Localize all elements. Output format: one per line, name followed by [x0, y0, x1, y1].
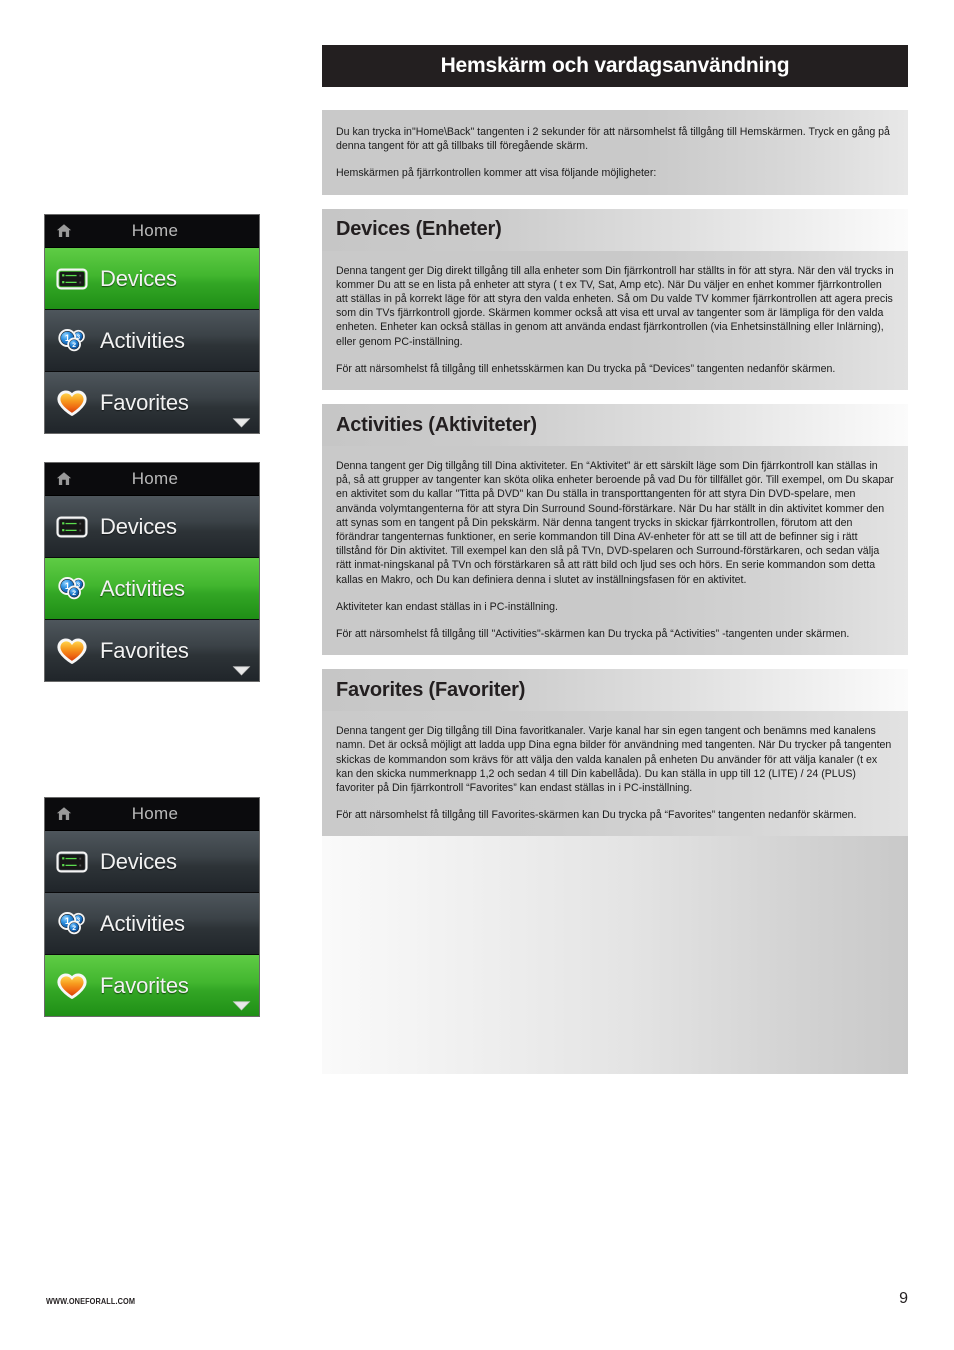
- intro-paragraph: Du kan trycka in"Home\Back" tangenten i …: [336, 126, 890, 153]
- remote-screen-3: Home Devices 3 1 2 Activities Favorites: [44, 797, 260, 1017]
- remote-row-favorites[interactable]: Favorites: [45, 620, 259, 681]
- devices-icon: [56, 851, 88, 872]
- remote-row-activities[interactable]: 3 1 2 Activities: [45, 893, 259, 955]
- section-heading-activities: Activities (Aktiviteter): [322, 404, 908, 447]
- scroll-down-arrow-icon[interactable]: [232, 1000, 251, 1011]
- content-column: Du kan trycka in"Home\Back" tangenten i …: [322, 110, 908, 1075]
- section-heading-devices: Devices (Enheter): [322, 208, 908, 251]
- remote-row-favorites[interactable]: Favorites: [45, 372, 259, 433]
- remote-row-label: Favorites: [100, 389, 189, 415]
- favorites-heart-icon: [57, 390, 87, 416]
- section-paragraph: Denna tangent ger Dig tillgång till Dina…: [336, 460, 894, 586]
- remote-row-devices[interactable]: Devices: [45, 496, 259, 558]
- section-paragraph: Aktiviteter kan endast ställas in i PC-i…: [336, 600, 558, 613]
- activities-icon: 312: [58, 576, 85, 599]
- section-heading-favorites: Favorites (Favoriter): [322, 669, 908, 712]
- remote-row-devices[interactable]: Devices: [45, 831, 259, 893]
- remote-row-label: Activities: [100, 910, 185, 936]
- section-heading-text: Devices (Enheter): [336, 218, 502, 241]
- section-heading-text: Activities (Aktiviteter): [336, 413, 537, 436]
- scroll-down-arrow-icon[interactable]: [232, 417, 251, 428]
- page-title: Hemskärm och vardagsanvändning: [440, 54, 790, 77]
- section-body-activities: Denna tangent ger Dig tillgång till Dina…: [322, 446, 908, 656]
- section-body-favorites: Denna tangent ger Dig tillgång till Dina…: [322, 711, 908, 837]
- section-paragraph: För att närsomhelst få tillgång till enh…: [336, 362, 836, 375]
- remote-title-label: Home: [131, 469, 179, 488]
- page-number: 9: [899, 1290, 908, 1307]
- svg-text:2: 2: [72, 342, 76, 349]
- section-body-devices: Denna tangent ger Dig direkt tillgång ti…: [322, 250, 908, 391]
- remote-screen-2: Home Devices 3 1 2 Activities Favorites: [44, 462, 260, 682]
- remote-row-activities[interactable]: 3 1 2 Activities: [45, 310, 259, 372]
- content-filler-panel: [322, 836, 908, 1075]
- scroll-down-arrow-icon[interactable]: [232, 665, 251, 676]
- remote-title-label: Home: [131, 221, 179, 240]
- intro-block: Du kan trycka in"Home\Back" tangenten i …: [322, 110, 908, 195]
- section-heading-text: Favorites (Favoriter): [336, 678, 526, 701]
- remote-row-label: Favorites: [100, 637, 189, 663]
- remote-row-activities[interactable]: 3 1 2 Activities: [45, 558, 259, 620]
- section-paragraph: Denna tangent ger Dig direkt tillgång ti…: [336, 264, 894, 348]
- remote-row-label: Devices: [100, 513, 177, 539]
- favorites-heart-icon: [57, 638, 87, 664]
- section-paragraph: Denna tangent ger Dig tillgång till Dina…: [336, 725, 892, 795]
- remote-titlebar: Home: [45, 798, 259, 831]
- svg-text:2: 2: [72, 590, 76, 597]
- section-paragraph: För att närsomhelst få tillgång till Fav…: [336, 809, 857, 822]
- activities-icon: 312: [58, 328, 85, 351]
- remote-row-label: Activities: [100, 575, 185, 601]
- devices-icon: [56, 516, 88, 537]
- remote-row-label: Devices: [100, 848, 177, 874]
- intro-paragraph: Hemskärmen på fjärrkontrollen kommer att…: [336, 167, 657, 180]
- remote-row-favorites[interactable]: Favorites: [45, 955, 259, 1016]
- remote-row-devices[interactable]: Devices: [45, 248, 259, 310]
- remote-row-label: Activities: [100, 327, 185, 353]
- remote-titlebar: Home: [45, 215, 259, 248]
- section-paragraph: För att närsomhelst få tillgång till "Ac…: [336, 628, 850, 641]
- activities-icon: 312: [58, 911, 85, 934]
- remote-title-label: Home: [131, 804, 179, 823]
- favorites-heart-icon: [57, 973, 87, 999]
- footer-website-url: WWW.ONEFORALL.COM: [46, 1297, 136, 1306]
- devices-icon: [56, 268, 88, 289]
- page-title-banner: Hemskärm och vardagsanvändning: [322, 45, 908, 87]
- remote-screen-1: Home Devices 3 1 2 Activities Favorites: [44, 214, 260, 434]
- svg-text:2: 2: [72, 925, 76, 932]
- remote-row-label: Devices: [100, 265, 177, 291]
- remote-row-label: Favorites: [100, 972, 189, 998]
- remote-titlebar: Home: [45, 463, 259, 496]
